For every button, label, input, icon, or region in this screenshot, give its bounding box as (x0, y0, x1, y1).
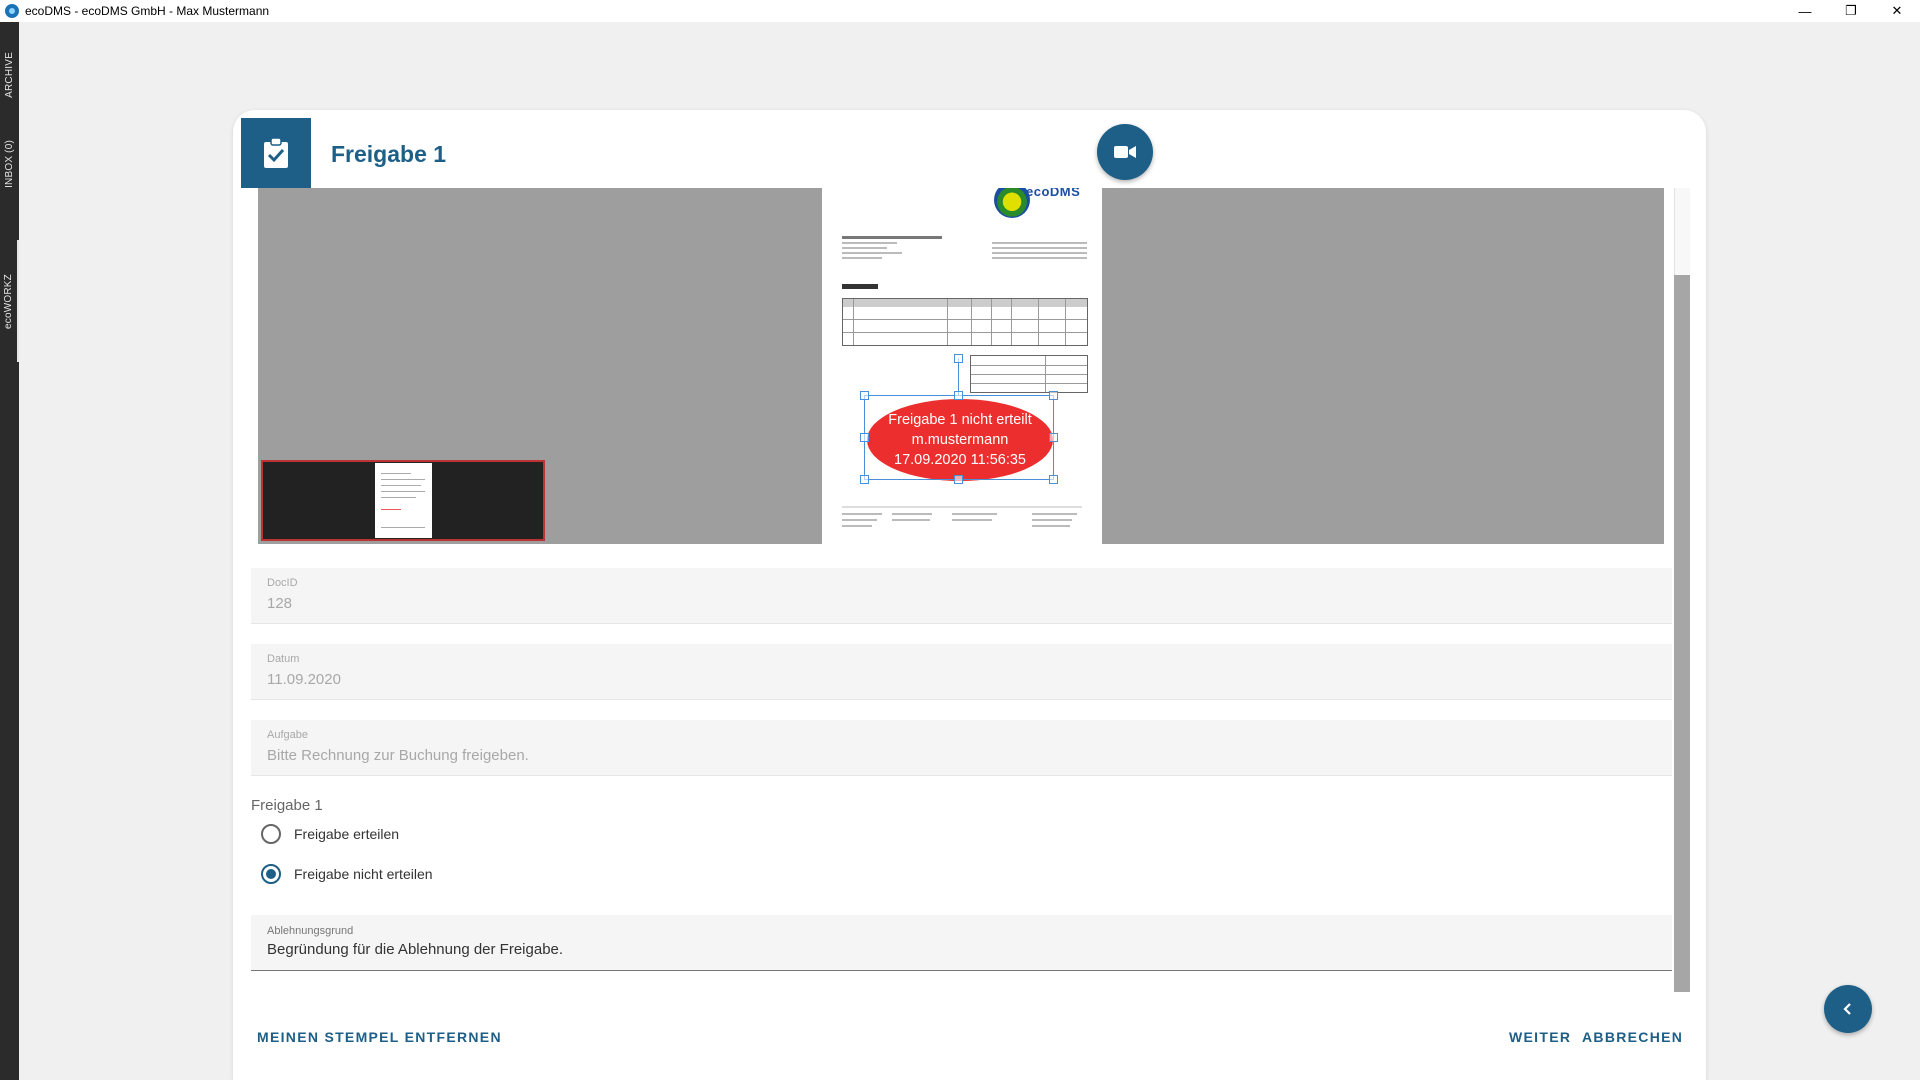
stamp-resize-handle[interactable] (954, 391, 963, 400)
logo-text: ecoDMS (1026, 188, 1081, 199)
doc-footer-line (842, 525, 872, 527)
rail-tab-ecoworkz[interactable]: ecoWORKZ (0, 240, 19, 362)
radio-approve-label[interactable]: Freigabe erteilen (294, 826, 399, 842)
docid-value: 128 (267, 595, 293, 612)
stamp-rotate-handle[interactable] (954, 354, 963, 363)
doc-text-line (842, 252, 902, 254)
cancel-button[interactable]: ABBRECHEN (1582, 1029, 1683, 1045)
rail-tab-archive[interactable]: ARCHIVE (0, 50, 19, 100)
dialog-title: Freigabe 1 (331, 141, 447, 167)
radio-reject-button[interactable] (261, 864, 281, 884)
stamp-resize-handle[interactable] (954, 475, 963, 484)
chevron-left-icon (1843, 1003, 1851, 1015)
stamp-resize-handle[interactable] (1049, 391, 1058, 400)
document-viewer[interactable]: ecoDMS Freigabe 1 nicht erteilt m.muster… (258, 188, 1664, 544)
doc-footer-line (892, 513, 932, 515)
rail-tab-archive-label: ARCHIVE (4, 52, 15, 98)
side-rail: ARCHIVE INBOX (0) ecoWORKZ (0, 22, 19, 1080)
docid-label: DocID (267, 577, 298, 589)
remove-stamp-button[interactable]: MEINEN STEMPEL ENTFERNEN (257, 1029, 502, 1045)
ecodms-app-icon (5, 4, 19, 18)
docid-field: DocID 128 (251, 568, 1672, 624)
doc-footer-line (842, 519, 877, 521)
page-thumbnail[interactable] (374, 463, 432, 538)
logo-mark (994, 188, 1030, 218)
doc-footer-line (952, 519, 992, 521)
doc-text-line (992, 252, 1087, 254)
collapse-back-button[interactable] (1824, 985, 1872, 1033)
document-page[interactable]: ecoDMS Freigabe 1 nicht erteilt m.muster… (822, 188, 1102, 544)
window-titlebar: ecoDMS - ecoDMS GmbH - Max Mustermann — … (0, 0, 1920, 22)
rail-tab-inbox-label: INBOX (0) (4, 140, 15, 188)
stamp-resize-handle[interactable] (860, 433, 869, 442)
aufgabe-field: Aufgabe Bitte Rechnung zur Buchung freig… (251, 720, 1672, 776)
doc-text-line (842, 257, 882, 259)
stamp-resize-handle[interactable] (1049, 433, 1058, 442)
doc-text-line (992, 242, 1087, 244)
radio-approve[interactable]: Freigabe erteilen (261, 824, 399, 844)
doc-footer-line (1032, 513, 1077, 515)
ablehnungsgrund-field[interactable]: Ablehnungsgrund Begründung für die Ableh… (251, 915, 1672, 971)
page-thumbnail-strip[interactable] (261, 460, 545, 541)
stamp-resize-handle[interactable] (1049, 475, 1058, 484)
doc-footer-line (892, 519, 930, 521)
clipboard-check-icon (241, 118, 311, 188)
doc-heading (842, 284, 878, 289)
doc-footer-line (1032, 525, 1070, 527)
aufgabe-value: Bitte Rechnung zur Buchung freigeben. (267, 747, 529, 764)
close-button[interactable]: ✕ (1874, 0, 1920, 22)
doc-text-line (992, 257, 1087, 259)
doc-footer-line (1032, 519, 1072, 521)
radio-reject-label[interactable]: Freigabe nicht erteilen (294, 866, 433, 882)
rail-tab-ecoworkz-label: ecoWORKZ (3, 273, 14, 329)
doc-footer-line (842, 506, 1082, 508)
doc-table (842, 298, 1088, 346)
datum-label: Datum (267, 653, 300, 665)
form-scrollbar-thumb[interactable] (1674, 275, 1690, 992)
stamp-rotate-line (958, 358, 959, 395)
stamp-resize-handle[interactable] (860, 391, 869, 400)
window-title: ecoDMS - ecoDMS GmbH - Max Mustermann (25, 4, 270, 18)
ecodms-logo: ecoDMS (982, 188, 1082, 222)
doc-footer-line (842, 513, 882, 515)
radio-approve-button[interactable] (261, 824, 281, 844)
video-camera-button[interactable] (1097, 124, 1153, 180)
ablehnungsgrund-input[interactable]: Begründung für die Ablehnung der Freigab… (267, 941, 563, 958)
window-controls: — ❐ ✕ (1782, 0, 1920, 22)
doc-text-line (992, 247, 1087, 249)
stamp-selection-frame (864, 395, 1054, 480)
video-camera-icon (1114, 146, 1136, 158)
ablehnungsgrund-label: Ablehnungsgrund (267, 925, 354, 937)
maximize-button[interactable]: ❐ (1828, 0, 1874, 22)
doc-totals-table (970, 355, 1088, 393)
radio-reject[interactable]: Freigabe nicht erteilen (261, 864, 433, 884)
doc-text-line (842, 247, 887, 249)
aufgabe-label: Aufgabe (267, 729, 308, 741)
minimize-button[interactable]: — (1782, 0, 1828, 22)
approval-group-label: Freigabe 1 (251, 797, 323, 814)
datum-field: Datum 11.09.2020 (251, 644, 1672, 700)
rail-tab-inbox[interactable]: INBOX (0) (0, 130, 19, 198)
next-button[interactable]: WEITER (1509, 1029, 1571, 1045)
stamp-resize-handle[interactable] (860, 475, 869, 484)
datum-value: 11.09.2020 (267, 671, 341, 688)
doc-footer-line (952, 513, 997, 515)
doc-text-line (842, 242, 897, 244)
doc-text-line (842, 236, 942, 239)
